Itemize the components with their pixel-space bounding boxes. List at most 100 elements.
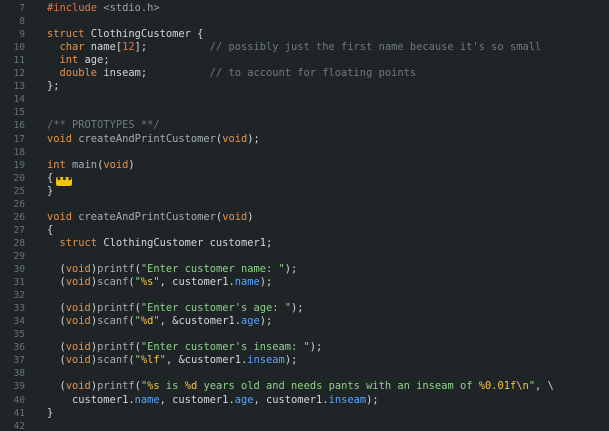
code-token: name	[234, 276, 260, 289]
code-token: )	[128, 158, 135, 171]
line-number: 27	[13, 224, 25, 236]
code-line[interactable]: 26	[0, 198, 609, 211]
code-line[interactable]: 9 struct ClothingCustomer {	[0, 28, 609, 41]
code-text: (void)printf("Enter customer's inseam: "…	[47, 341, 323, 354]
code-token: );	[284, 263, 298, 275]
code-token: (	[47, 341, 66, 354]
line-number: 19	[13, 159, 25, 171]
code-line[interactable]: 39 (void)printf("%s is %d years old and …	[0, 380, 609, 393]
code-line[interactable]: 7 #include <stdio.h>	[0, 2, 609, 15]
code-line[interactable]: 32	[0, 289, 609, 302]
code-line[interactable]: 16 /** PROTOTYPES **/	[0, 119, 609, 132]
code-token: "Enter customer's inseam: "	[140, 341, 310, 354]
code-line[interactable]: 40 customer1.name, customer1.age, custom…	[0, 394, 609, 407]
code-token: inseam	[328, 393, 367, 406]
line-number: 20	[13, 172, 25, 184]
code-token: void	[47, 210, 79, 223]
code-token: int	[47, 158, 73, 171]
code-line[interactable]: 17 void createAndPrintCustomer(void);	[0, 133, 609, 146]
code-line[interactable]: 42	[0, 420, 609, 431]
code-token: age	[241, 315, 260, 328]
code-token: }	[47, 184, 54, 197]
code-line[interactable]: 11 int age;	[0, 54, 609, 67]
code-line[interactable]: 35	[0, 328, 609, 341]
code-text: (void)scanf("%lf", &customer1.inseam);	[47, 354, 298, 367]
line-number: 37	[13, 355, 25, 367]
line-number: 26	[13, 211, 25, 223]
code-line[interactable]: 27 {	[0, 224, 609, 237]
code-line[interactable]: 28 struct ClothingCustomer customer1;	[0, 237, 609, 250]
code-token: scanf	[97, 276, 129, 289]
code-line[interactable]: 10 char name[12]; // possibly just the f…	[0, 41, 609, 54]
code-line[interactable]: 41}	[0, 407, 609, 420]
code-token: );	[259, 315, 273, 328]
code-token: void	[47, 132, 79, 145]
code-text: double inseam; // to account for floatin…	[47, 67, 417, 80]
code-line[interactable]: 26 void createAndPrintCustomer(void)	[0, 211, 609, 224]
code-text: void createAndPrintCustomer(void)	[47, 211, 253, 224]
code-token: void	[65, 341, 91, 354]
code-token: ClothingCustomer customer1;	[103, 236, 273, 249]
code-token: %0.01f\n	[478, 380, 529, 393]
code-text: {	[47, 224, 53, 237]
code-line[interactable]: 33 (void)printf("Enter customer's age: "…	[0, 302, 609, 315]
code-token: %d	[140, 315, 154, 328]
code-line[interactable]: 13};	[0, 80, 609, 93]
line-number: 16	[13, 120, 25, 132]
line-number: 12	[13, 68, 25, 80]
code-token: #include	[47, 2, 104, 14]
code-text: (void)printf("Enter customer's age: ");	[47, 302, 304, 315]
line-number: 33	[13, 303, 25, 315]
code-token: main	[72, 158, 98, 171]
code-line[interactable]: 36 (void)printf("Enter customer's inseam…	[0, 341, 609, 354]
code-token: , customer1.	[159, 276, 235, 289]
code-token: inseam;	[103, 67, 210, 80]
code-token: %s	[147, 380, 160, 393]
code-line[interactable]: 20 {•••	[0, 172, 609, 186]
line-number: 29	[13, 250, 25, 262]
code-line[interactable]: 38	[0, 367, 609, 380]
code-token: , customer1.	[253, 393, 329, 406]
code-line[interactable]: 15	[0, 106, 609, 119]
code-token: int	[59, 54, 85, 67]
code-token: );	[309, 341, 323, 354]
line-number: 41	[13, 407, 25, 419]
code-token: );	[259, 276, 273, 289]
code-line[interactable]: 34 (void)scanf("%d", &customer1.age);	[0, 315, 609, 328]
code-text: (void)printf("Enter customer name: ");	[47, 263, 298, 276]
code-token: void	[65, 276, 91, 289]
code-token: createAndPrintCustomer	[78, 210, 216, 223]
code-line[interactable]: 29	[0, 250, 609, 263]
code-token: scanf	[97, 315, 129, 328]
code-line[interactable]: 8	[0, 15, 609, 28]
code-token: void	[65, 354, 91, 367]
line-number: 39	[13, 381, 25, 393]
code-line[interactable]: 37 (void)scanf("%lf", &customer1.inseam)…	[0, 354, 609, 367]
code-text: struct ClothingCustomer customer1;	[47, 236, 273, 250]
code-line[interactable]: 12 double inseam; // to account for floa…	[0, 67, 609, 80]
code-token: printf	[97, 341, 135, 354]
code-line[interactable]: 30 (void)printf("Enter customer name: ")…	[0, 263, 609, 276]
code-line[interactable]: 19 int main(void)	[0, 159, 609, 172]
code-token: "Enter customer name: "	[140, 263, 285, 275]
code-token: }	[47, 406, 54, 419]
code-token: {	[47, 223, 54, 236]
line-number: 42	[13, 420, 25, 431]
line-number: 7	[19, 3, 25, 14]
code-line[interactable]: 31 (void)scanf("%s", customer1.name);	[0, 276, 609, 289]
code-token: };	[47, 80, 60, 93]
code-editor[interactable]: 7 #include <stdio.h> 8 9 struct ClothingCust…	[0, 0, 609, 431]
code-text: (void)printf("%s is %d years old and nee…	[47, 380, 554, 393]
code-line[interactable]: 25}	[0, 185, 609, 198]
code-token: (	[47, 302, 66, 315]
code-text: (void)scanf("%s", customer1.name);	[47, 276, 273, 289]
line-number: 15	[13, 107, 25, 119]
code-text: }	[47, 407, 53, 420]
code-line[interactable]: 18	[0, 146, 609, 159]
code-token: double	[59, 67, 104, 80]
code-line[interactable]: 14	[0, 93, 609, 106]
code-token: void	[65, 380, 91, 393]
line-number: 32	[13, 290, 25, 302]
